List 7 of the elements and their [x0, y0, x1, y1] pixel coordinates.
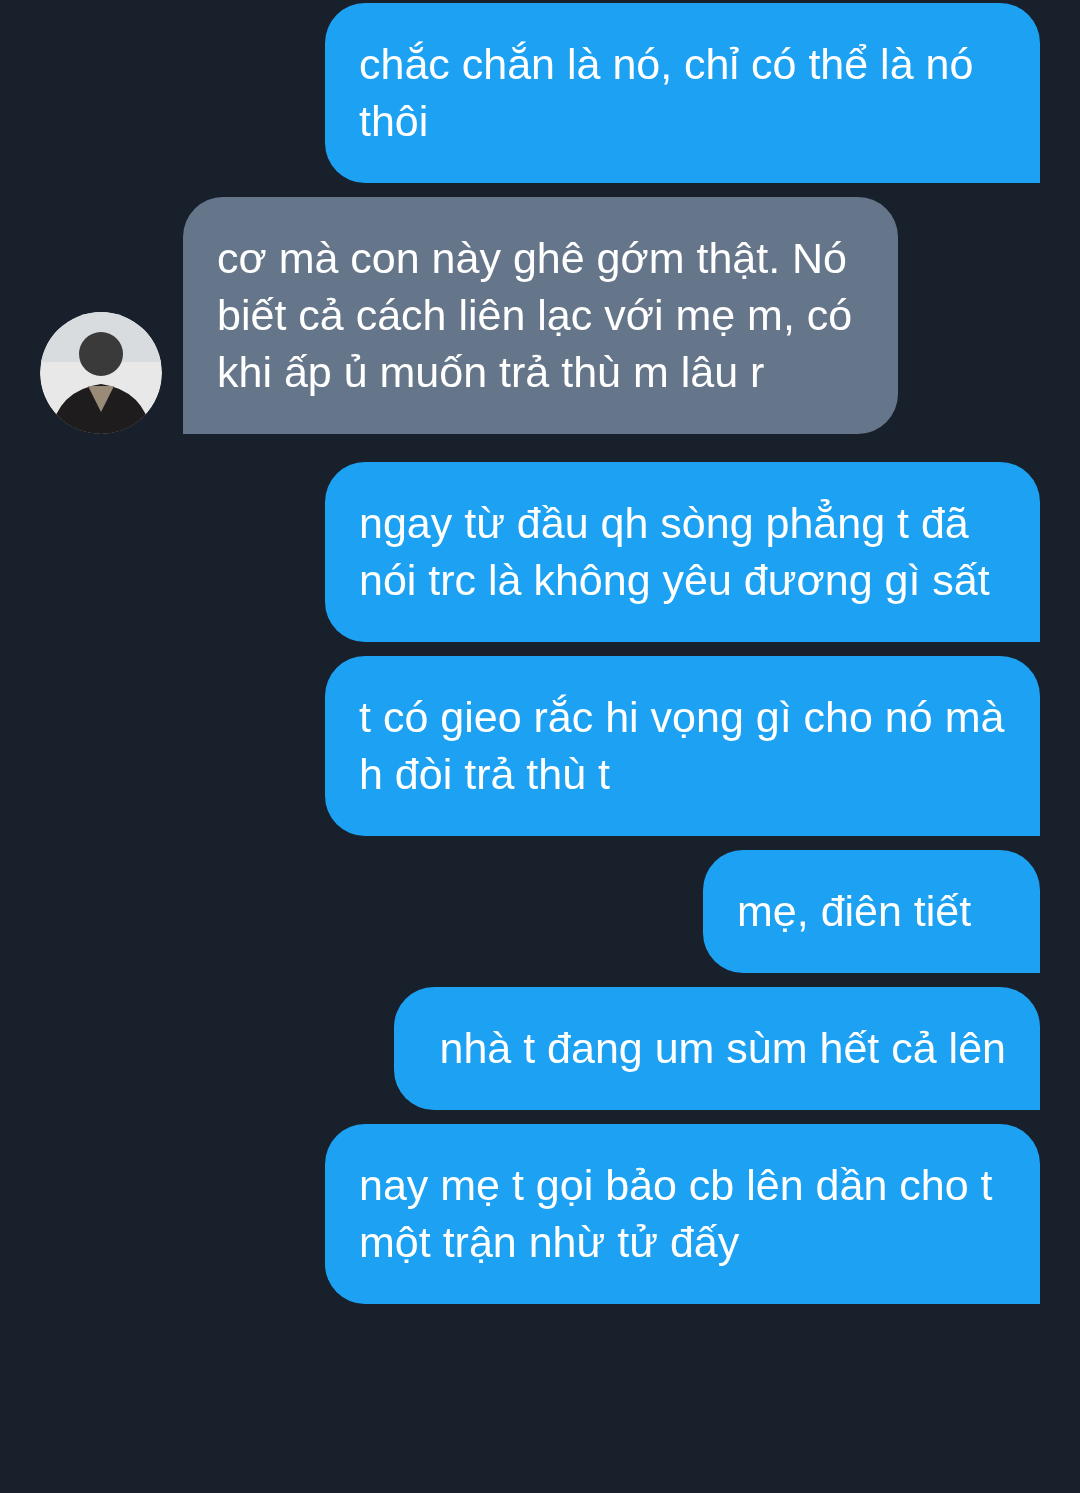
sent-message: mẹ, điên tiết — [703, 850, 1040, 973]
sent-message: nhà t đang um sùm hết cả lên — [393, 987, 1040, 1110]
sent-message: chắc chắn là nó, chỉ có thể là nó thôi — [325, 3, 1040, 183]
sent-message: nay mẹ t gọi bảo cb lên dần cho t một trận nhừ tử đấy — [325, 1124, 1040, 1304]
sent-message: ngay từ đầu qh sòng phẳng t đã nói trc là không yêu đương gì sất — [325, 462, 1040, 642]
received-message: cơ mà con này ghê gớm thật. Nó biết cả cách liên lạc với mẹ m, có khi ấp ủ muốn trả thù m lâu r — [183, 197, 898, 434]
sent-message: t có gieo rắc hi vọng gì cho nó mà h đòi trả thù t — [325, 656, 1040, 836]
